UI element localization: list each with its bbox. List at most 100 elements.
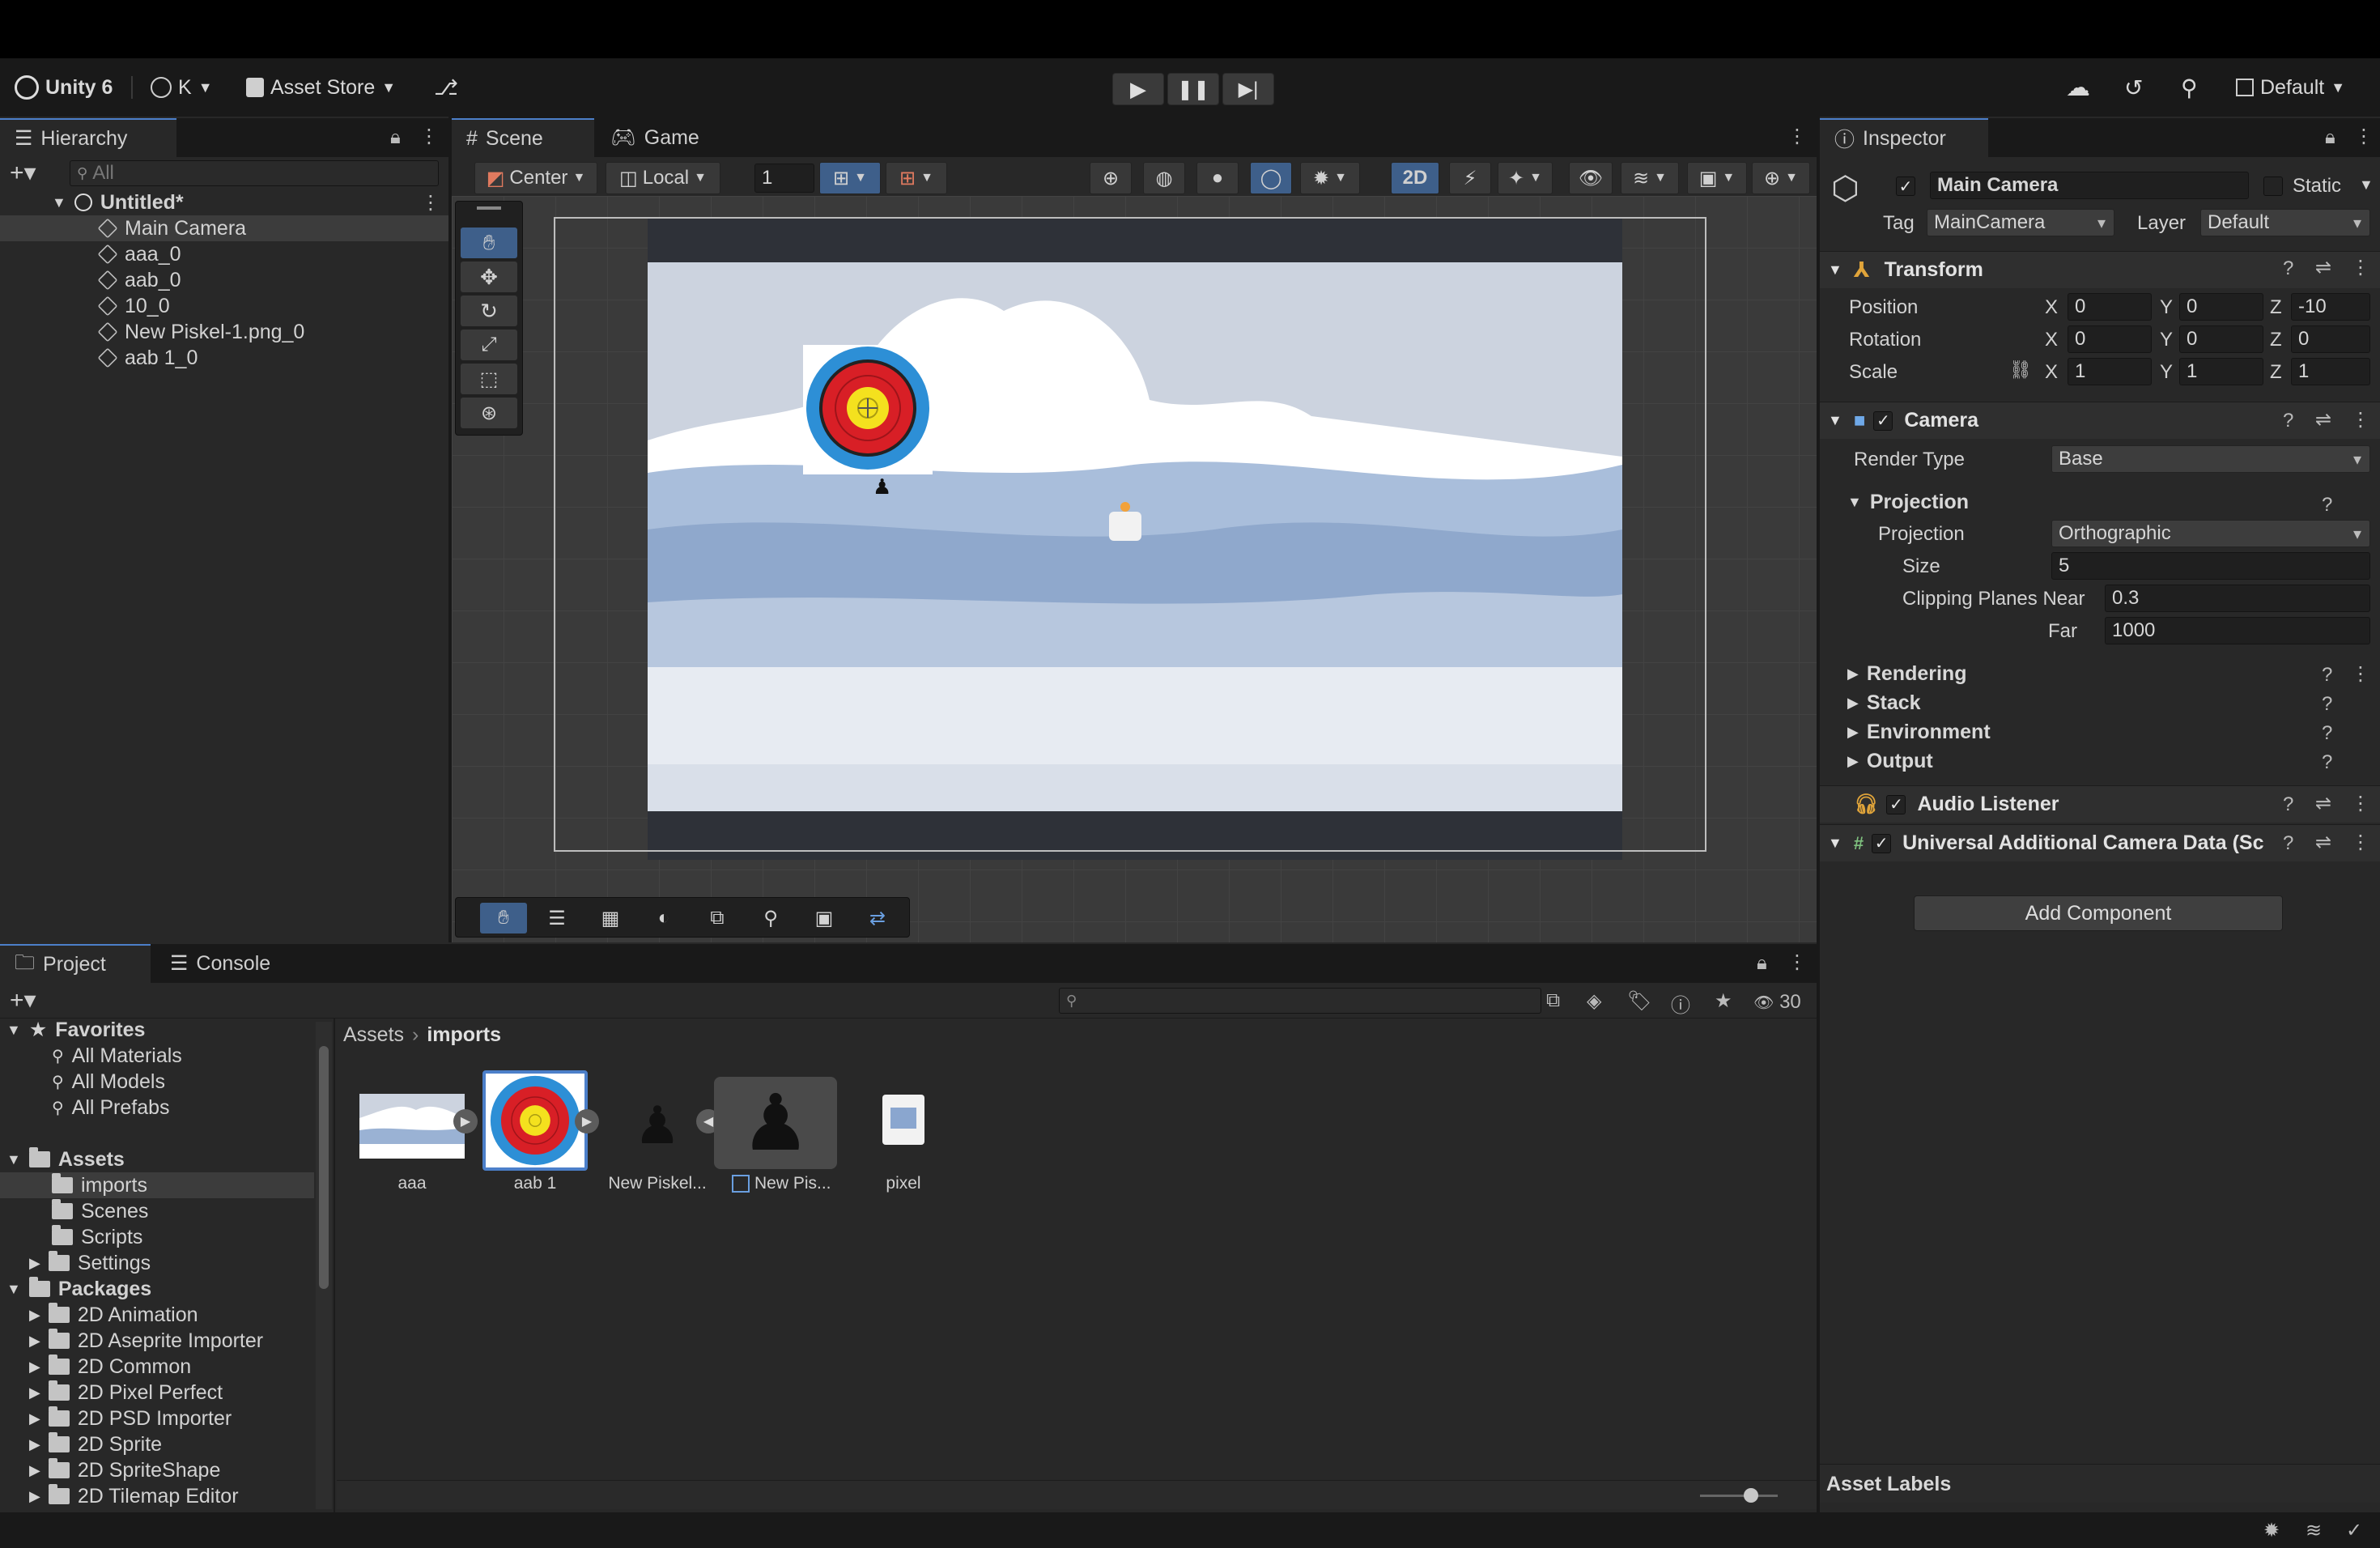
- thumbnail-size-slider[interactable]: [1700, 1495, 1778, 1497]
- sliders-icon[interactable]: ☰: [533, 903, 580, 933]
- tab-project[interactable]: 🗀 Project: [0, 944, 151, 983]
- layer-dropdown[interactable]: Default: [2200, 209, 2370, 236]
- scene-root-item[interactable]: ▼ Untitled*: [52, 189, 448, 215]
- help-icon[interactable]: ?: [2283, 832, 2293, 855]
- help-icon[interactable]: ?: [2322, 664, 2332, 687]
- camera-preview-icon[interactable]: ▣: [801, 903, 848, 933]
- layers-stack-icon[interactable]: ⧉: [694, 903, 741, 933]
- filter-by-type-icon[interactable]: ◈: [1587, 989, 1601, 1013]
- visibility-toggle[interactable]: 👁︎: [1569, 162, 1613, 194]
- position-x-input[interactable]: 0: [2068, 293, 2152, 321]
- size-input[interactable]: 5: [2051, 552, 2370, 580]
- shading-shaded-wire-button[interactable]: ◍: [1143, 162, 1185, 194]
- transform-header[interactable]: ▼ ⅄ Transform: [1820, 251, 2380, 288]
- account-dropdown[interactable]: K ▼: [151, 73, 213, 102]
- help-icon[interactable]: ?: [2322, 751, 2332, 774]
- projection-foldout[interactable]: ▼ Projection: [1847, 487, 1969, 517]
- camera-header[interactable]: ▼ ■ ✓ Camera: [1820, 402, 2380, 439]
- more-options-icon[interactable]: ⋮: [2351, 662, 2370, 686]
- shading-icon[interactable]: ◐: [640, 903, 687, 933]
- package-item[interactable]: ▶ 2D Sprite: [29, 1431, 162, 1457]
- asset-folder-item[interactable]: imports: [52, 1172, 147, 1198]
- favorite-star-icon[interactable]: ★: [1715, 989, 1732, 1013]
- layout-dropdown[interactable]: Default ▼: [2236, 73, 2345, 102]
- asset-store-dropdown[interactable]: Asset Store ▼: [246, 73, 396, 102]
- hand-icon[interactable]: ✋︎: [480, 903, 527, 933]
- package-item[interactable]: ▶ 2D Tilemap Editor: [29, 1483, 239, 1509]
- clipping-near-input[interactable]: 0.3: [2105, 585, 2370, 612]
- asset-labels-bar[interactable]: Asset Labels: [1820, 1464, 2380, 1503]
- help-icon[interactable]: ?: [2322, 494, 2332, 517]
- scale-tool-icon[interactable]: ⤢: [461, 330, 517, 360]
- asset-thumb-aab1[interactable]: [482, 1070, 588, 1171]
- history-button[interactable]: ↺: [2124, 73, 2143, 102]
- rotate-tool-icon[interactable]: ↻: [461, 296, 517, 326]
- favorite-item[interactable]: ⚲ All Prefabs: [52, 1095, 170, 1121]
- asset-thumb-aaa[interactable]: [359, 1074, 465, 1179]
- tab-game[interactable]: 🎮︎ Game: [596, 118, 717, 157]
- more-options-icon[interactable]: ⋮: [2351, 831, 2370, 854]
- hierarchy-search-input[interactable]: ⚲ All: [70, 160, 439, 186]
- hierarchy-item[interactable]: New Piskel-1.png_0: [97, 319, 304, 345]
- urp-camera-data-header[interactable]: ▼ # ✓ Universal Additional Camera Data (…: [1820, 824, 2380, 861]
- lock-icon[interactable]: 🔒︎: [1757, 952, 1767, 975]
- packages-foldout[interactable]: ▼ Packages: [6, 1276, 151, 1302]
- shading-wireframe-button[interactable]: ⊕: [1090, 162, 1132, 194]
- asset-thumb-new-piskel-sub[interactable]: ♟: [714, 1077, 837, 1169]
- environment-foldout[interactable]: ▶ Environment: [1847, 717, 1991, 746]
- asset-folder-item[interactable]: Scenes: [52, 1198, 148, 1224]
- rotation-y-input[interactable]: 0: [2179, 325, 2263, 353]
- presets-icon[interactable]: ⇌: [2315, 408, 2331, 432]
- help-icon[interactable]: ?: [2322, 693, 2332, 716]
- pivot-center-dropdown[interactable]: ◩ Center ▼: [474, 162, 597, 194]
- rotation-x-input[interactable]: 0: [2068, 325, 2152, 353]
- scale-x-input[interactable]: 1: [2068, 358, 2152, 385]
- move-tool-icon[interactable]: ✥: [461, 262, 517, 292]
- package-item[interactable]: ▶ 2D SpriteShape: [29, 1457, 220, 1483]
- layers-dropdown[interactable]: ≋ ▼: [1621, 162, 1679, 194]
- presets-icon[interactable]: ⇌: [2315, 792, 2331, 815]
- render-type-dropdown[interactable]: Base: [2051, 445, 2370, 473]
- hierarchy-item[interactable]: aab 1_0: [97, 345, 198, 371]
- active-checkbox[interactable]: ✓: [1896, 176, 1915, 196]
- position-y-input[interactable]: 0: [2179, 293, 2263, 321]
- shading-shaded-button[interactable]: ●: [1196, 162, 1239, 194]
- breadcrumb-current[interactable]: imports: [427, 1023, 501, 1047]
- hand-tool-icon[interactable]: ✋︎: [461, 228, 517, 258]
- help-icon[interactable]: ?: [2283, 410, 2293, 432]
- slider-handle[interactable]: [1744, 1488, 1758, 1503]
- increment-snap-button[interactable]: ⊞ ▼: [886, 162, 947, 194]
- warning-filter-icon[interactable]: ⓘ: [1671, 989, 1690, 1018]
- hierarchy-item[interactable]: Main Camera: [97, 215, 246, 241]
- expand-subassets-icon[interactable]: ▶: [453, 1109, 478, 1133]
- package-item[interactable]: ▶ 2D Aseprite Importer: [29, 1328, 263, 1354]
- layers-icon[interactable]: ≋: [2306, 1519, 2322, 1542]
- lighting-toggle[interactable]: ⚡︎: [1449, 162, 1491, 194]
- help-icon[interactable]: ?: [2322, 722, 2332, 745]
- more-options-icon[interactable]: ⋮: [2351, 408, 2370, 432]
- tab-scene[interactable]: # Scene: [452, 118, 594, 157]
- more-options-icon[interactable]: ⋮: [1787, 950, 1807, 974]
- lock-icon[interactable]: 🔒︎: [2325, 126, 2335, 149]
- projection-dropdown[interactable]: Orthographic: [2051, 520, 2370, 547]
- play-button[interactable]: ▶: [1112, 73, 1164, 105]
- check-circle-icon[interactable]: ✓: [2346, 1519, 2362, 1542]
- step-button[interactable]: ▶|: [1222, 73, 1274, 105]
- rendering-foldout[interactable]: ▶ Rendering: [1847, 659, 1966, 688]
- create-plus-button[interactable]: +▾: [10, 986, 36, 1014]
- scale-y-input[interactable]: 1: [2179, 358, 2263, 385]
- tag-dropdown[interactable]: MainCamera: [1927, 209, 2114, 236]
- shuffle-icon[interactable]: ⇄: [854, 903, 901, 933]
- search-by-type-icon[interactable]: ⧉: [1546, 989, 1560, 1012]
- assets-foldout[interactable]: ▼ Assets: [6, 1146, 125, 1172]
- asset-folder-item[interactable]: ▶ Settings: [29, 1250, 151, 1276]
- space-local-dropdown[interactable]: ◫ Local ▼: [606, 162, 720, 194]
- favorites-foldout[interactable]: ▼ ★ Favorites: [6, 1017, 145, 1043]
- version-control-button[interactable]: ⎇: [434, 73, 458, 102]
- tab-inspector[interactable]: ⓘ Inspector: [1820, 118, 1988, 157]
- tree-scrollbar[interactable]: [316, 1022, 332, 1509]
- package-item[interactable]: ▶ 2D Animation: [29, 1302, 198, 1328]
- favorite-item[interactable]: ⚲ All Models: [52, 1069, 165, 1095]
- object-name-input[interactable]: Main Camera: [1930, 172, 2249, 199]
- tile-grid-icon[interactable]: ▦: [587, 903, 634, 933]
